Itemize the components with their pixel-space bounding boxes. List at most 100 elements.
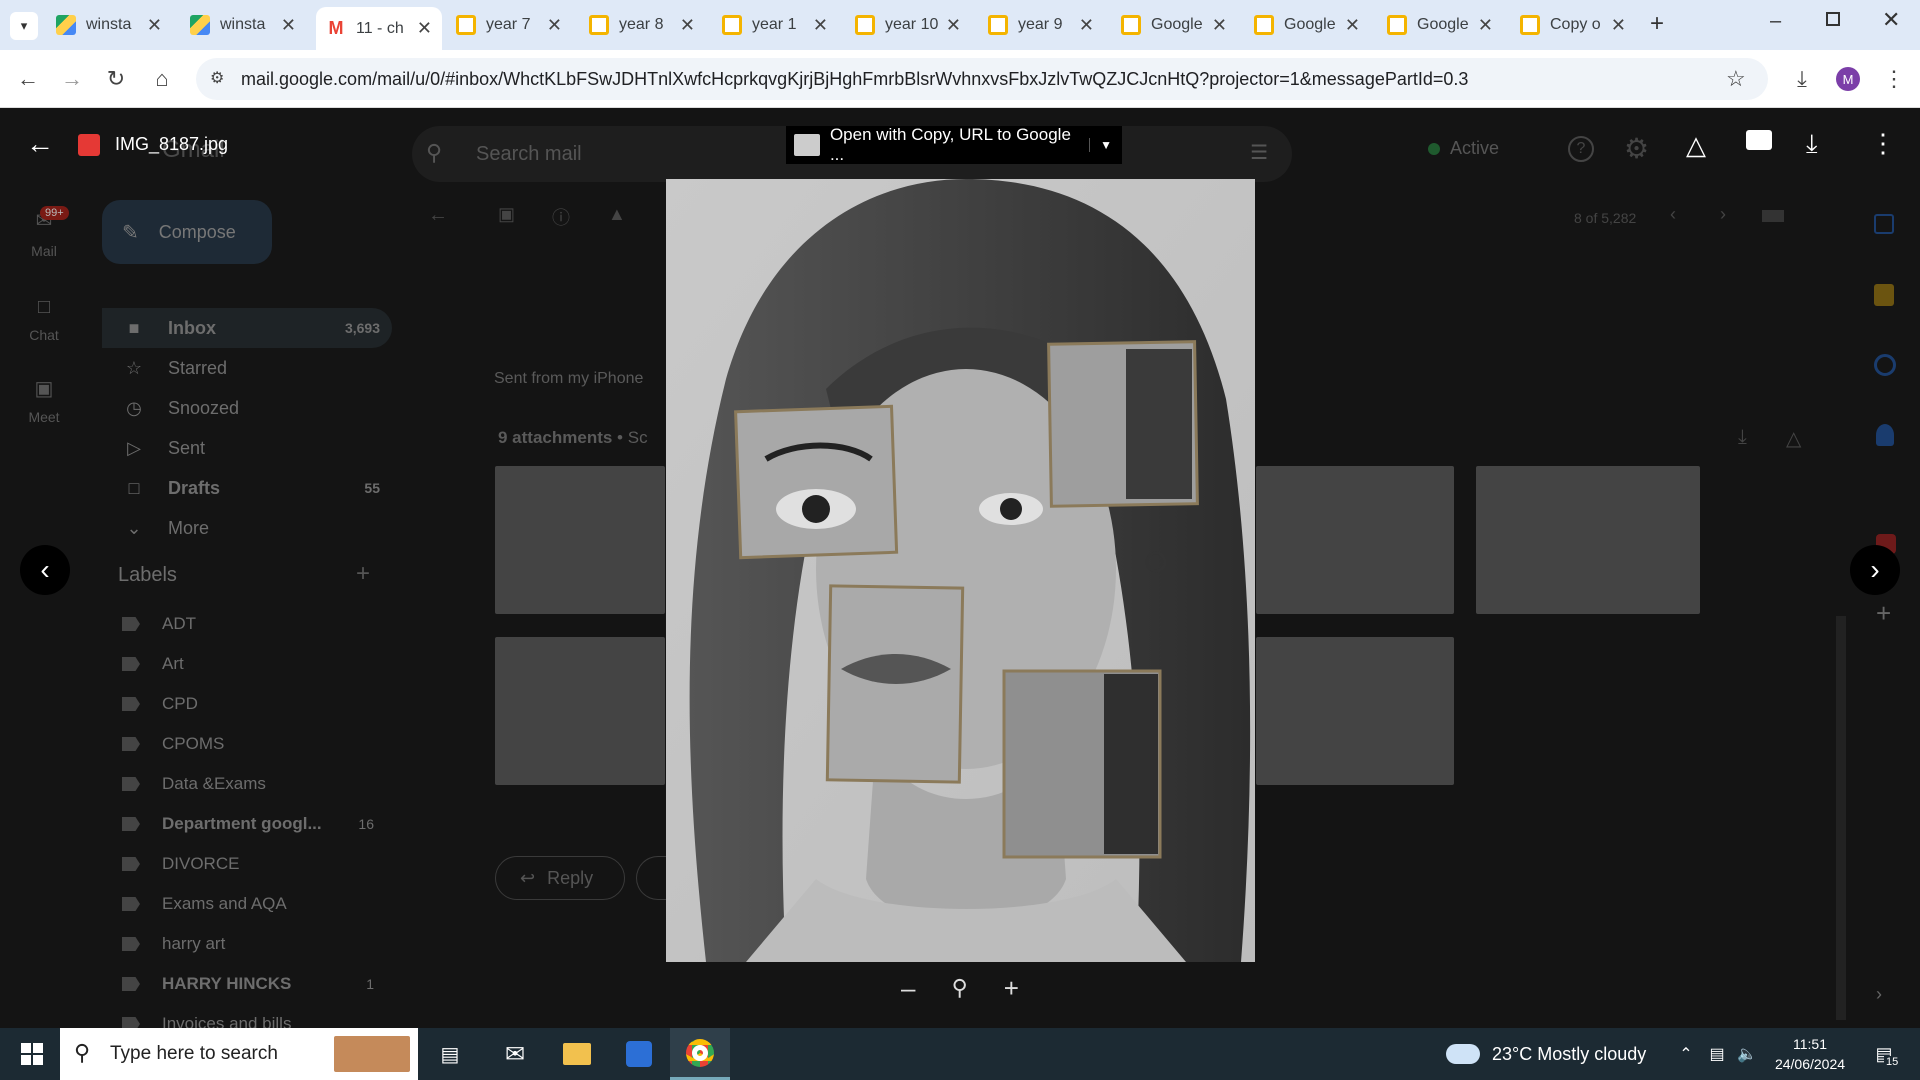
zoom-out-button[interactable]: – bbox=[901, 973, 915, 1004]
label-item[interactable]: Exams and AQA bbox=[122, 894, 374, 914]
reply-button[interactable]: ↩ Reply bbox=[495, 856, 625, 900]
attachment-thumbnail[interactable] bbox=[495, 466, 665, 614]
attachment-thumbnail[interactable] bbox=[495, 637, 665, 785]
close-tab-icon[interactable]: ✕ bbox=[946, 15, 961, 36]
more-options-icon[interactable]: ⋮ bbox=[1870, 128, 1896, 159]
download-icon[interactable]: ⤓ bbox=[1806, 128, 1818, 160]
back-to-inbox-icon[interactable]: ← bbox=[428, 204, 448, 227]
url-field[interactable]: ⚙ mail.google.com/mail/u/0/#inbox/WhctKL… bbox=[196, 58, 1768, 100]
browser-tab[interactable]: winsta ✕ bbox=[46, 7, 172, 43]
add-to-drive-icon[interactable]: △ bbox=[1786, 426, 1801, 451]
bookmark-star-icon[interactable]: ☆ bbox=[1726, 66, 1746, 92]
nav-item-starred[interactable]: ☆ Starred bbox=[102, 348, 392, 388]
browser-tab[interactable]: year 1 ✕ bbox=[712, 7, 838, 43]
add-label-button[interactable]: + bbox=[356, 560, 370, 588]
volume-icon[interactable]: 🔈 bbox=[1734, 1028, 1760, 1080]
browser-tab[interactable]: year 9 ✕ bbox=[978, 7, 1104, 43]
newer-icon[interactable]: ‹ bbox=[1670, 204, 1676, 225]
downloads-icon[interactable]: ⤓ bbox=[1786, 63, 1818, 95]
close-tab-icon[interactable]: ✕ bbox=[1212, 15, 1227, 36]
label-item[interactable]: HARRY HINCKS 1 bbox=[122, 974, 374, 994]
label-item[interactable]: Department googl... 16 bbox=[122, 814, 374, 834]
delete-icon[interactable]: ▲ bbox=[608, 204, 626, 225]
close-tab-icon[interactable]: ✕ bbox=[281, 15, 296, 36]
forward-button[interactable]: → bbox=[56, 63, 88, 95]
previous-image-button[interactable]: ‹ bbox=[20, 545, 70, 595]
keep-app-icon[interactable] bbox=[1874, 284, 1894, 306]
scrollbar-track[interactable] bbox=[1836, 616, 1846, 1020]
browser-tab[interactable]: Google ✕ bbox=[1377, 7, 1503, 43]
open-with-dropdown-icon[interactable]: ▼ bbox=[1089, 138, 1122, 152]
show-hidden-icons[interactable]: ⌃ bbox=[1676, 1028, 1696, 1080]
attachment-thumbnail[interactable] bbox=[1476, 466, 1700, 614]
tab-search-button[interactable]: ▾ bbox=[10, 12, 38, 40]
compose-button[interactable]: ✎ Compose bbox=[102, 200, 272, 264]
print-icon[interactable] bbox=[1746, 130, 1772, 150]
close-tab-icon[interactable]: ✕ bbox=[1611, 15, 1626, 36]
zoom-in-button[interactable]: + bbox=[1004, 973, 1019, 1004]
label-item[interactable]: ADT bbox=[122, 614, 374, 634]
nav-item-more[interactable]: ⌄ More bbox=[102, 508, 392, 548]
new-tab-button[interactable]: + bbox=[1650, 10, 1664, 38]
maps-app-icon[interactable] bbox=[616, 1028, 662, 1080]
back-button[interactable]: ← bbox=[12, 63, 44, 95]
label-item[interactable]: CPOMS bbox=[122, 734, 374, 754]
clock[interactable]: 11:51 24/06/2024 bbox=[1770, 1034, 1850, 1074]
file-explorer-icon[interactable] bbox=[554, 1028, 600, 1080]
close-tab-icon[interactable]: ✕ bbox=[547, 15, 562, 36]
browser-tab[interactable]: year 10 ✕ bbox=[845, 7, 971, 43]
close-viewer-icon[interactable]: ← bbox=[26, 128, 54, 160]
notification-center-icon[interactable]: ▤ bbox=[1866, 1028, 1902, 1080]
label-item[interactable]: DIVORCE bbox=[122, 854, 374, 874]
open-with-button[interactable]: Open with Copy, URL to Google ... ▼ bbox=[786, 125, 1122, 164]
calendar-app-icon[interactable] bbox=[1874, 214, 1894, 234]
browser-tab[interactable]: Google ✕ bbox=[1111, 7, 1237, 43]
contacts-app-icon[interactable] bbox=[1876, 424, 1894, 446]
rail-chat[interactable]: □ Chat bbox=[20, 296, 68, 343]
archive-icon[interactable]: ▣ bbox=[498, 204, 515, 225]
label-item[interactable]: CPD bbox=[122, 694, 374, 714]
show-side-panel-icon[interactable]: › bbox=[1876, 984, 1882, 1005]
start-button[interactable] bbox=[14, 1028, 50, 1080]
site-info-icon[interactable]: ⚙ bbox=[210, 68, 224, 88]
browser-menu-icon[interactable]: ⋮ bbox=[1878, 63, 1910, 95]
attachment-thumbnail[interactable] bbox=[1256, 466, 1454, 614]
nav-item-inbox[interactable]: ■ Inbox 3,693 bbox=[102, 308, 392, 348]
home-button[interactable]: ⌂ bbox=[146, 63, 178, 95]
close-window-button[interactable]: ✕ bbox=[1882, 7, 1900, 33]
close-tab-icon[interactable]: ✕ bbox=[680, 15, 695, 36]
next-image-button[interactable]: › bbox=[1850, 545, 1900, 595]
mail-app-icon[interactable]: ✉ bbox=[492, 1028, 538, 1080]
close-tab-icon[interactable]: ✕ bbox=[417, 18, 432, 39]
tasks-app-icon[interactable] bbox=[1874, 354, 1896, 376]
zoom-reset-icon[interactable]: ⚲ bbox=[952, 975, 968, 1001]
browser-tab[interactable]: Copy o ✕ bbox=[1510, 7, 1636, 43]
chrome-taskbar-icon[interactable] bbox=[670, 1028, 730, 1080]
task-view-icon[interactable]: ▤ bbox=[430, 1028, 470, 1080]
browser-tab[interactable]: M 11 - ch ✕ bbox=[316, 7, 442, 50]
network-icon[interactable]: ▤ bbox=[1704, 1028, 1730, 1080]
close-tab-icon[interactable]: ✕ bbox=[813, 15, 828, 36]
keyboard-icon[interactable] bbox=[1762, 210, 1784, 222]
get-addons-button[interactable]: + bbox=[1876, 598, 1891, 629]
profile-avatar[interactable]: M bbox=[1836, 67, 1860, 91]
label-item[interactable]: harry art bbox=[122, 934, 374, 954]
rail-meet[interactable]: ▣ Meet bbox=[20, 376, 68, 425]
browser-tab[interactable]: winsta ✕ bbox=[180, 7, 306, 43]
label-item[interactable]: Data &Exams bbox=[122, 774, 374, 794]
close-tab-icon[interactable]: ✕ bbox=[1345, 15, 1360, 36]
nav-item-sent[interactable]: ▷ Sent bbox=[102, 428, 392, 468]
weather-widget[interactable]: 23°C Mostly cloudy bbox=[1446, 1028, 1646, 1080]
nav-item-snoozed[interactable]: ◷ Snoozed bbox=[102, 388, 392, 428]
close-tab-icon[interactable]: ✕ bbox=[147, 15, 162, 36]
older-icon[interactable]: › bbox=[1720, 204, 1726, 225]
browser-tab[interactable]: year 7 ✕ bbox=[446, 7, 572, 43]
nav-item-drafts[interactable]: □ Drafts 55 bbox=[102, 468, 392, 508]
add-to-drive-viewer-icon[interactable]: △ bbox=[1686, 130, 1706, 161]
close-tab-icon[interactable]: ✕ bbox=[1079, 15, 1094, 36]
restore-button[interactable] bbox=[1826, 12, 1840, 26]
minimize-button[interactable]: – bbox=[1770, 10, 1781, 33]
reload-button[interactable]: ↻ bbox=[100, 63, 132, 95]
browser-tab[interactable]: Google ✕ bbox=[1244, 7, 1370, 43]
download-all-icon[interactable]: ⤓ bbox=[1738, 426, 1747, 449]
